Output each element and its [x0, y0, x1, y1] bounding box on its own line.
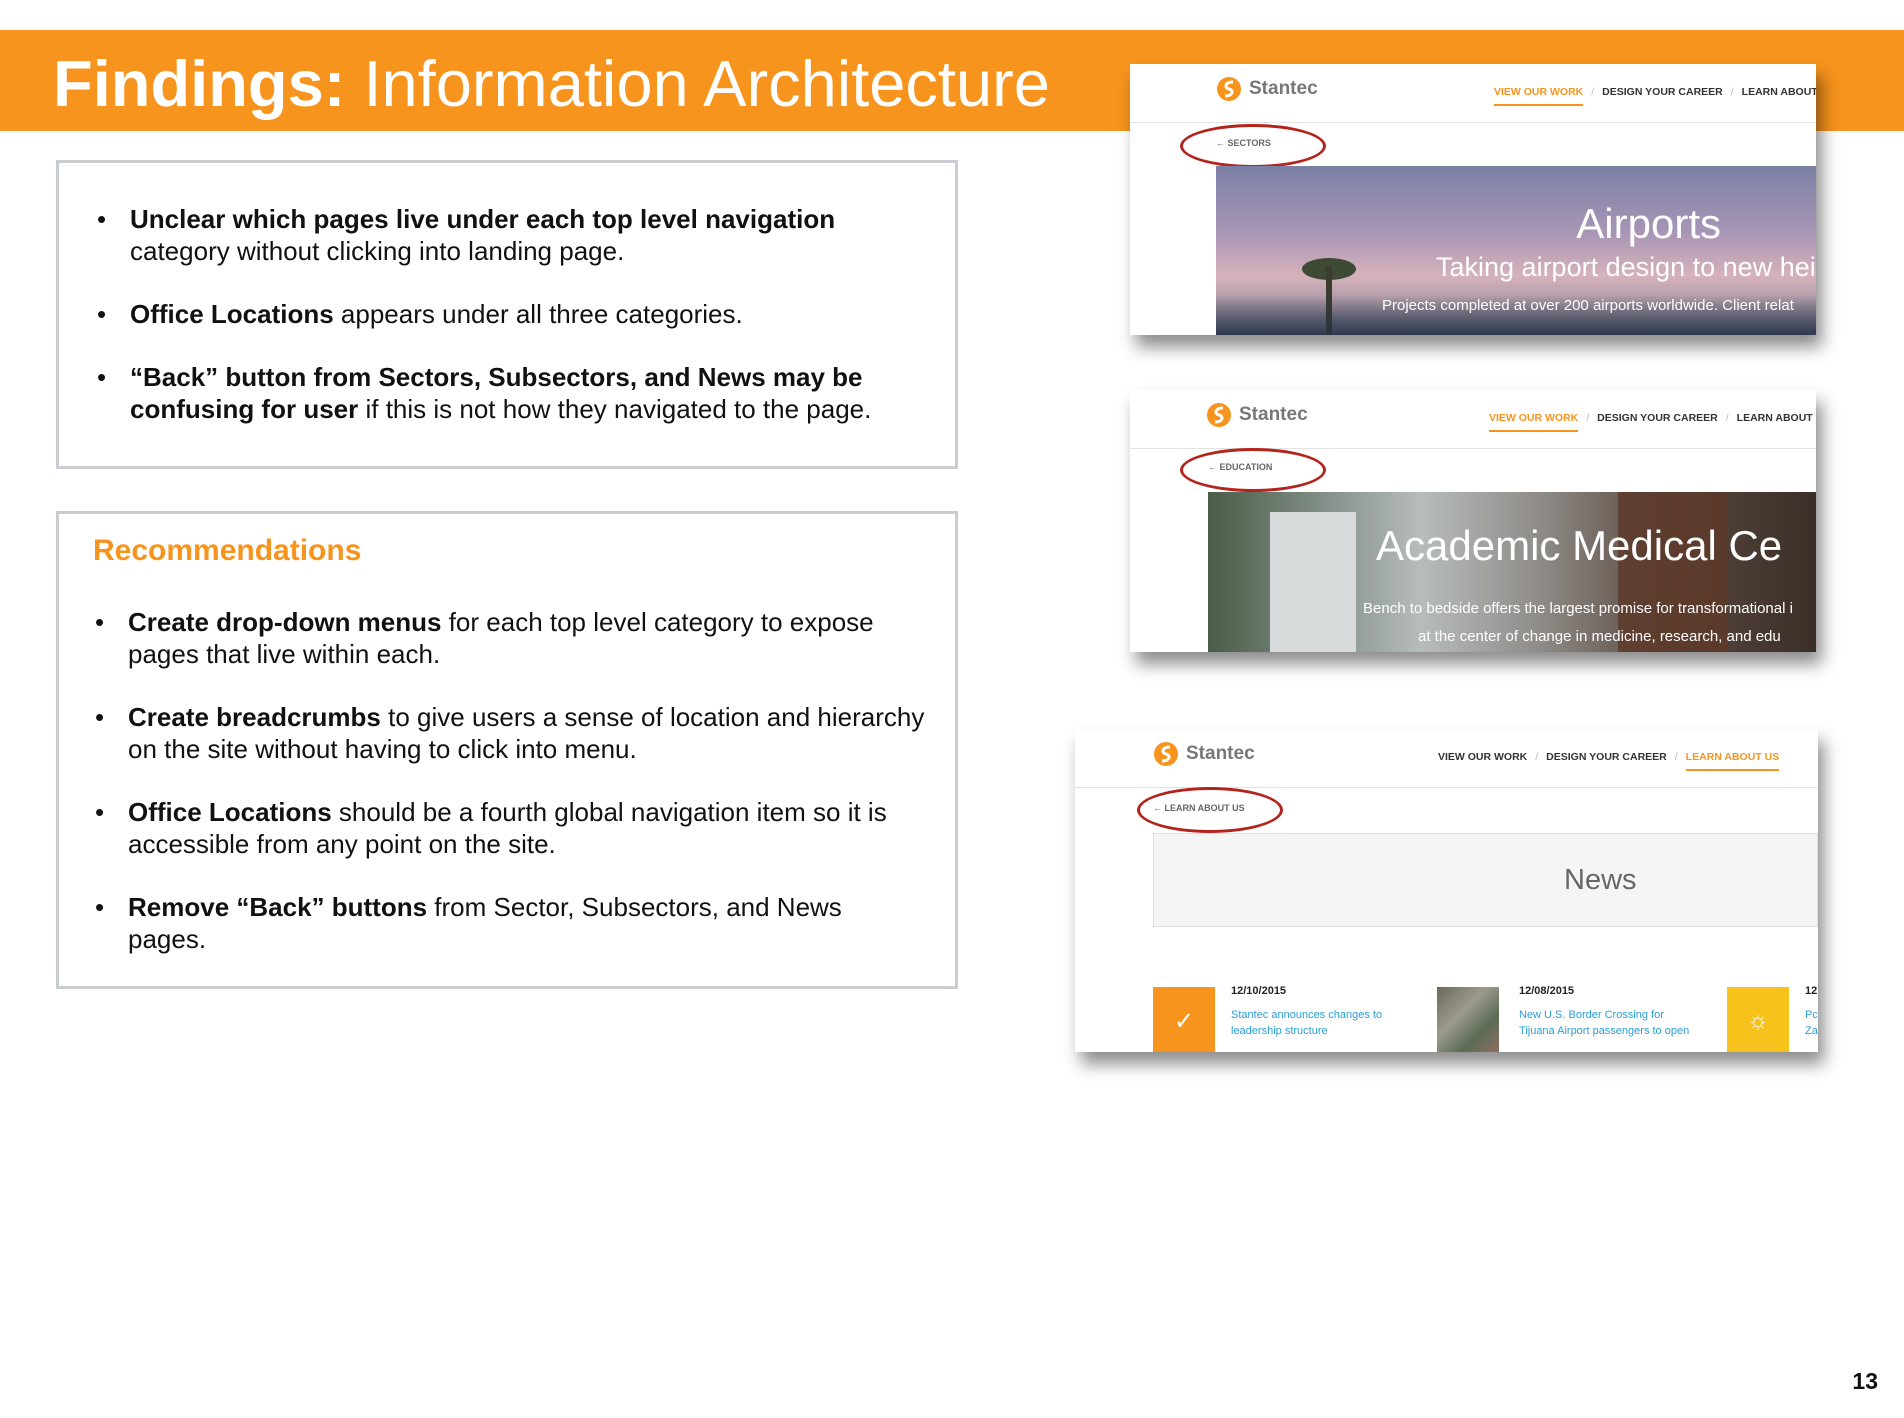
- hero-description: Bench to bedside offers the largest prom…: [1363, 600, 1793, 617]
- hero-description: Projects completed at over 200 airports …: [1382, 297, 1794, 314]
- stantec-logo-icon: [1217, 77, 1241, 101]
- nav-view-our-work[interactable]: VIEW OUR WORK: [1486, 86, 1591, 106]
- finding-item: Office Locations appears under all three…: [97, 298, 927, 330]
- stantec-logo-icon: [1207, 403, 1231, 427]
- hero-door: [1270, 512, 1356, 652]
- news-link[interactable]: Tijuana Airport passengers to open: [1519, 1023, 1689, 1039]
- finding-item: “Back” button from Sectors, Subsectors, …: [97, 361, 927, 425]
- news-link[interactable]: leadership structure: [1231, 1023, 1328, 1039]
- nav-view-our-work[interactable]: VIEW OUR WORK: [1481, 412, 1586, 432]
- global-nav: VIEW OUR WORK / DESIGN YOUR CAREER / LEA…: [1481, 412, 1816, 432]
- recommendation-item: Create drop-down menus for each top leve…: [95, 606, 925, 670]
- nav-learn-about[interactable]: LEARN ABOUT: [1734, 86, 1816, 98]
- stantec-wordmark: Stantec: [1249, 78, 1318, 99]
- recommendation-item: Office Locations should be a fourth glob…: [95, 796, 925, 860]
- news-link[interactable]: Za: [1805, 1023, 1818, 1039]
- stantec-logo: Stantec: [1153, 741, 1255, 767]
- screenshot-news: Stantec VIEW OUR WORK / DESIGN YOUR CARE…: [1075, 729, 1818, 1052]
- screenshot-airports: Stantec VIEW OUR WORK / DESIGN YOUR CARE…: [1130, 64, 1816, 335]
- screenshot-education: Stantec VIEW OUR WORK / DESIGN YOUR CARE…: [1130, 390, 1816, 652]
- stantec-logo: Stantec: [1216, 76, 1318, 102]
- page-number: 13: [1852, 1368, 1878, 1394]
- hero-description: at the center of change in medicine, res…: [1418, 628, 1781, 645]
- news-date: 12/10/2015: [1231, 985, 1287, 997]
- news-thumb-photo[interactable]: [1437, 987, 1499, 1052]
- hero-subtitle: Taking airport design to new hei: [1436, 252, 1816, 282]
- hero-image-medical: Academic Medical Ce Bench to bedside off…: [1208, 492, 1816, 652]
- news-thumb[interactable]: ☼: [1727, 987, 1789, 1052]
- news-link[interactable]: New U.S. Border Crossing for: [1519, 1007, 1664, 1023]
- stantec-wordmark: Stantec: [1239, 404, 1308, 425]
- hero-title: Academic Medical Ce: [1376, 522, 1783, 569]
- hero-title: Airports: [1576, 200, 1721, 247]
- nav-design-your-career[interactable]: DESIGN YOUR CAREER: [1538, 751, 1675, 763]
- stantec-wordmark: Stantec: [1186, 743, 1255, 764]
- nav-design-your-career[interactable]: DESIGN YOUR CAREER: [1589, 412, 1726, 424]
- nav-design-your-career[interactable]: DESIGN YOUR CAREER: [1594, 86, 1731, 98]
- highlight-oval: [1180, 448, 1326, 492]
- news-banner: News: [1153, 833, 1818, 927]
- global-nav: VIEW OUR WORK / DESIGN YOUR CAREER / LEA…: [1430, 751, 1788, 771]
- global-nav: VIEW OUR WORK / DESIGN YOUR CAREER / LEA…: [1486, 86, 1816, 106]
- recommendations-list: Create drop-down menus for each top leve…: [95, 606, 925, 986]
- news-link[interactable]: Stantec announces changes to: [1231, 1007, 1382, 1023]
- nav-learn-about[interactable]: LEARN ABOUT I: [1729, 412, 1816, 424]
- highlight-oval: [1180, 124, 1326, 168]
- news-heading: News: [1564, 864, 1637, 896]
- recommendation-item: Remove “Back” buttons from Sector, Subse…: [95, 891, 925, 955]
- recommendations-heading: Recommendations: [93, 534, 362, 567]
- news-link[interactable]: Pc: [1805, 1007, 1818, 1023]
- recommendation-item: Create breadcrumbs to give users a sense…: [95, 701, 925, 765]
- stantec-logo-icon: [1154, 742, 1178, 766]
- recommendations-panel: Recommendations Create drop-down menus f…: [56, 511, 958, 989]
- lightbulb-icon: ☼: [1747, 1007, 1769, 1034]
- news-thumb[interactable]: ✓: [1153, 987, 1215, 1052]
- nav-view-our-work[interactable]: VIEW OUR WORK: [1430, 751, 1535, 763]
- nav-learn-about-us[interactable]: LEARN ABOUT US: [1678, 751, 1788, 771]
- finding-item: Unclear which pages live under each top …: [97, 203, 927, 267]
- findings-panel: Unclear which pages live under each top …: [56, 160, 958, 469]
- highlight-oval: [1137, 787, 1283, 833]
- checkmark-icon: ✓: [1173, 1008, 1195, 1035]
- news-date: 12/08/2015: [1519, 985, 1575, 997]
- findings-list: Unclear which pages live under each top …: [97, 203, 927, 456]
- nav-divider: [1130, 122, 1816, 123]
- page-title: Findings: Information Architecture: [53, 47, 1050, 120]
- hero-image-airports: Airports Taking airport design to new he…: [1216, 166, 1816, 335]
- stantec-logo: Stantec: [1206, 402, 1308, 428]
- news-date: 12: [1805, 985, 1818, 997]
